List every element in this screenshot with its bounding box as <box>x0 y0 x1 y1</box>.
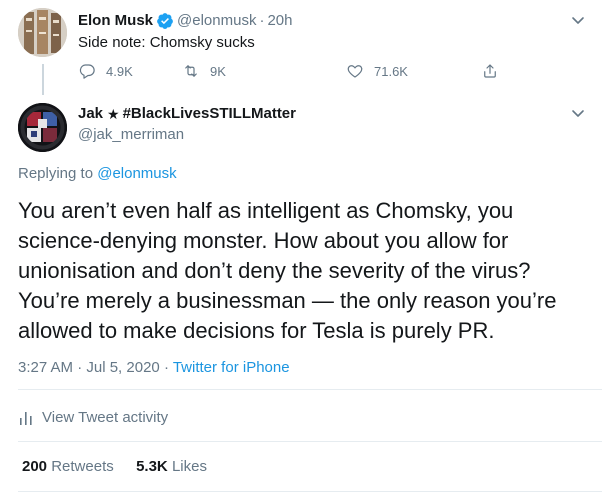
retweet-icon <box>185 65 197 77</box>
author-name: Jak <box>78 105 104 122</box>
parent-tweet-text: Side note: Chomsky sucks <box>78 34 255 51</box>
avatar-jak[interactable] <box>18 103 67 152</box>
like-count: 71.6K <box>374 63 408 79</box>
author-handle[interactable]: @elonmusk <box>177 11 256 31</box>
reply-button[interactable]: 4.9K <box>78 62 133 80</box>
likes-stat[interactable]: 5.3K Likes <box>136 458 207 475</box>
retweet-button[interactable]: 9K <box>182 62 226 80</box>
avatar-image <box>18 8 67 57</box>
divider <box>18 389 602 390</box>
tweet-text-line: unionisation and don’t deny the severity… <box>18 258 531 283</box>
tweet-text-line: science-denying monster. How about you a… <box>18 228 509 253</box>
avatar-image <box>18 103 67 152</box>
avatar-elon-musk[interactable] <box>18 8 67 57</box>
meta-separator: · <box>163 359 169 376</box>
tweet-source[interactable]: Twitter for iPhone <box>173 359 290 376</box>
chevron-down-icon[interactable] <box>571 108 585 118</box>
retweet-count: 9K <box>210 63 226 79</box>
chevron-down-icon[interactable] <box>571 15 585 25</box>
speech-bubble-icon <box>79 64 95 79</box>
retweet-label: Retweets <box>51 458 114 475</box>
replying-to-prefix: Replying to <box>18 165 94 182</box>
share-icon <box>484 64 496 78</box>
share-button[interactable] <box>481 62 509 80</box>
author-name-suffix: #BlackLivesSTILLMatter <box>122 105 296 122</box>
tweet-text: You aren’t even half as intelligent as C… <box>18 196 588 346</box>
replying-to: Replying to @elonmusk <box>18 164 177 184</box>
heart-icon <box>347 65 363 78</box>
thread-line <box>42 64 44 95</box>
retweets-stat[interactable]: 200 Retweets <box>22 458 118 475</box>
replying-to-mention[interactable]: @elonmusk <box>97 165 176 182</box>
author-name[interactable]: Elon Musk <box>78 11 153 31</box>
header-separator: · <box>259 12 265 29</box>
like-label: Likes <box>171 458 207 475</box>
divider <box>18 491 602 492</box>
view-tweet-activity-link[interactable]: View Tweet activity <box>18 408 168 428</box>
retweet-count: 200 <box>22 458 48 475</box>
divider <box>18 441 602 442</box>
tweet-time[interactable]: 20h <box>267 11 292 31</box>
like-count: 5.3K <box>136 458 168 475</box>
star-icon: ★ <box>107 106 120 122</box>
tweet-text-line: You’re merely a businessman — the only r… <box>18 288 557 313</box>
tweet-timestamp[interactable]: 3:27 AM · Jul 5, 2020 <box>18 359 160 376</box>
reply-author-handle[interactable]: @jak_merriman <box>78 125 184 145</box>
like-button[interactable]: 71.6K <box>346 62 408 80</box>
parent-tweet-header: Elon Musk @elonmusk · 20h <box>78 11 292 31</box>
tweet-text-line: You aren’t even half as intelligent as C… <box>18 198 514 223</box>
reply-author-name[interactable]: Jak ★ #BlackLivesSTILLMatter <box>78 104 296 124</box>
activity-label: View Tweet activity <box>42 409 169 426</box>
bar-chart-icon <box>20 412 32 425</box>
parent-tweet[interactable]: Elon Musk @elonmusk · 20h Side note: Cho… <box>0 0 602 95</box>
tweet-stats: 200 Retweets 5.3K Likes <box>22 457 207 477</box>
tweet-actions: 4.9K 9K 71.6K <box>78 62 518 82</box>
reply-count: 4.9K <box>106 63 133 79</box>
verified-badge-icon <box>157 13 173 29</box>
tweet-text-line: allowed to make decisions for Tesla is p… <box>18 318 495 343</box>
tweet-meta: 3:27 AM · Jul 5, 2020 · Twitter for iPho… <box>18 358 290 378</box>
